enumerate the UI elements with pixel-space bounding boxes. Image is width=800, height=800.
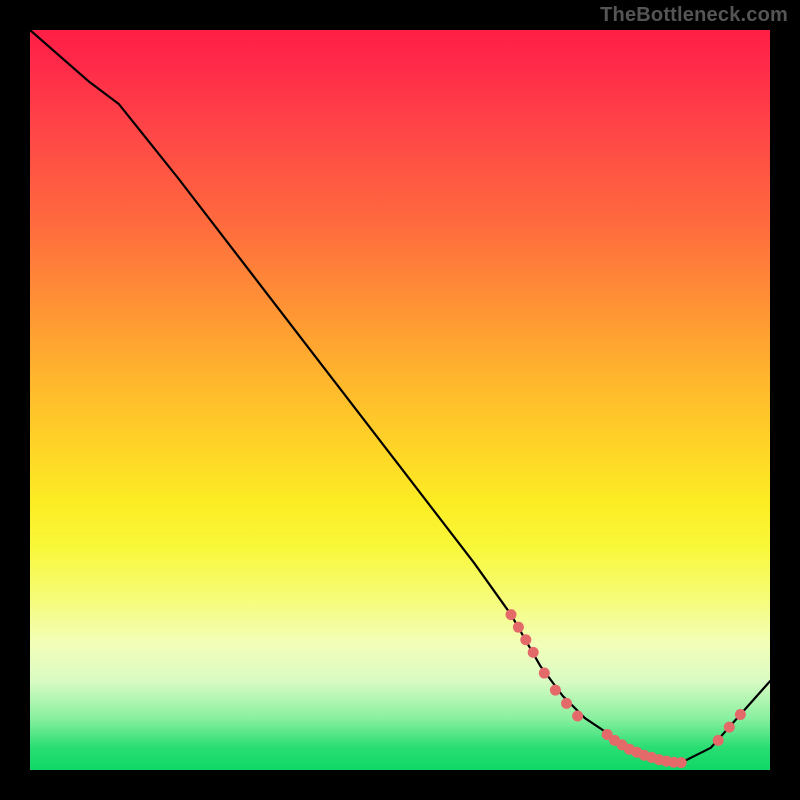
curve-marker: [506, 609, 517, 620]
watermark-text: TheBottleneck.com: [600, 4, 788, 27]
curve-marker: [539, 668, 550, 679]
bottleneck-curve: [30, 30, 770, 763]
chart-frame: TheBottleneck.com: [0, 0, 800, 800]
curve-marker: [513, 622, 524, 633]
plot-area: [30, 30, 770, 770]
chart-svg: [30, 30, 770, 770]
curve-marker: [724, 722, 735, 733]
curve-marker: [528, 647, 539, 658]
curve-marker: [713, 735, 724, 746]
curve-marker: [676, 757, 687, 768]
curve-marker: [520, 634, 531, 645]
curve-marker: [550, 685, 561, 696]
curve-marker: [735, 709, 746, 720]
curve-marker: [561, 698, 572, 709]
markers-group: [506, 609, 746, 768]
curve-marker: [572, 710, 583, 721]
